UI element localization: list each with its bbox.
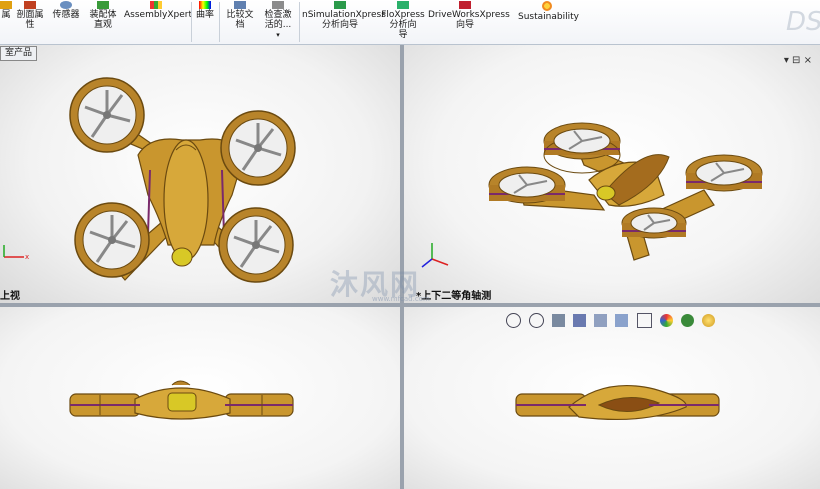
ribbon-separator	[299, 2, 300, 42]
rotor-rear-right	[218, 207, 294, 283]
ribbon-button-driveworksxpress[interactable]: DriveWorksXpress 向导	[428, 0, 510, 44]
drone-front-view-model[interactable]	[0, 307, 400, 489]
drone-side-view-model[interactable]	[404, 307, 820, 489]
ribbon-toolbar: 属 剖面属 性 传感器 装配体 直观 AssemblyXpert 曲率 比较文 …	[0, 0, 820, 45]
graphics-area[interactable]: 室产品 x 上视 ▾ ⊟ × *上下二等角轴测 沐风网 www.mfcad.co…	[0, 45, 820, 489]
svg-text:DS: DS	[786, 7, 820, 37]
axis-triad-icon	[421, 243, 449, 268]
view-settings-icon[interactable]	[701, 314, 715, 327]
assemblyxpert-icon	[150, 1, 162, 9]
ribbon-button-curvature[interactable]: 曲率	[194, 0, 216, 44]
apply-scene-icon[interactable]	[680, 314, 694, 327]
view-orientation-icon[interactable]	[594, 314, 608, 327]
watermark-url: www.mfcad.com	[372, 295, 430, 303]
dropdown-arrow-icon[interactable]: ▾	[260, 30, 296, 40]
ribbon-button-simulationxpress[interactable]: nSimulationXpress 分析向导	[302, 0, 386, 44]
assembly-visualization-icon	[97, 1, 109, 9]
zoom-to-fit-icon[interactable]	[506, 313, 521, 328]
ribbon-button-sensors[interactable]: 传感器	[50, 0, 82, 44]
feature-tree-tab[interactable]: 室产品	[0, 46, 38, 61]
axis-triad-icon: x	[3, 245, 29, 261]
simulationxpress-icon	[334, 1, 346, 9]
driveworksxpress-icon	[459, 1, 471, 9]
curvature-icon	[199, 1, 211, 9]
ribbon-button-assemblyxpert[interactable]: AssemblyXpert	[124, 0, 192, 44]
display-style-icon[interactable]	[615, 314, 629, 327]
drone-isometric-model[interactable]	[404, 45, 820, 303]
properties-icon	[0, 1, 12, 9]
rotor-rear-left	[74, 202, 150, 278]
zoom-to-area-icon[interactable]	[529, 313, 545, 328]
compare-documents-icon	[234, 1, 246, 9]
section-properties-icon	[24, 1, 36, 9]
floxpress-icon	[397, 1, 409, 9]
ribbon-button-assembly-visualization[interactable]: 装配体 直观	[86, 0, 120, 44]
previous-view-icon[interactable]	[552, 314, 566, 327]
heads-up-view-toolbar	[506, 310, 718, 328]
ribbon-button-sustainability[interactable]: Sustainability	[518, 0, 579, 44]
ribbon-separator	[219, 2, 220, 42]
ribbon-button-check-active[interactable]: 检查激 活的... ▾	[260, 0, 296, 44]
rotor-iso-3	[685, 154, 763, 192]
canopy	[167, 392, 197, 412]
hide-show-items-icon[interactable]	[636, 313, 652, 328]
viewport-side-view[interactable]	[404, 307, 820, 489]
view-label-top: 上视	[0, 291, 20, 302]
ribbon-button-section-properties[interactable]: 剖面属 性	[14, 0, 46, 44]
viewport-horizontal-splitter[interactable]	[0, 303, 820, 307]
rotor-iso-2	[488, 166, 566, 204]
sensor-icon	[60, 1, 72, 9]
viewport-front-view[interactable]	[0, 307, 400, 489]
svg-text:x: x	[25, 253, 29, 261]
fuselage	[163, 139, 209, 261]
ribbon-button-floxpress[interactable]: FloXpress 分析向 导	[380, 0, 426, 44]
viewport-window-controls[interactable]: ▾ ⊟ ×	[784, 55, 812, 66]
canopy	[596, 185, 616, 201]
sustainability-icon	[542, 1, 552, 11]
edit-appearance-icon[interactable]	[659, 314, 673, 327]
ribbon-button-compare-documents[interactable]: 比较文 档	[224, 0, 256, 44]
rotor-front-right	[220, 110, 296, 186]
canopy	[171, 247, 193, 267]
check-active-icon	[272, 1, 284, 9]
ribbon-separator	[191, 2, 192, 42]
viewport-isometric-view[interactable]: ▾ ⊟ × *上下二等角轴测	[404, 45, 820, 303]
rotor-iso-4	[621, 207, 687, 239]
section-view-icon[interactable]	[573, 314, 587, 327]
solidworks-logo: DS	[786, 7, 820, 37]
rotor-front-left	[69, 77, 145, 153]
ribbon-button-properties[interactable]: 属	[0, 0, 12, 44]
